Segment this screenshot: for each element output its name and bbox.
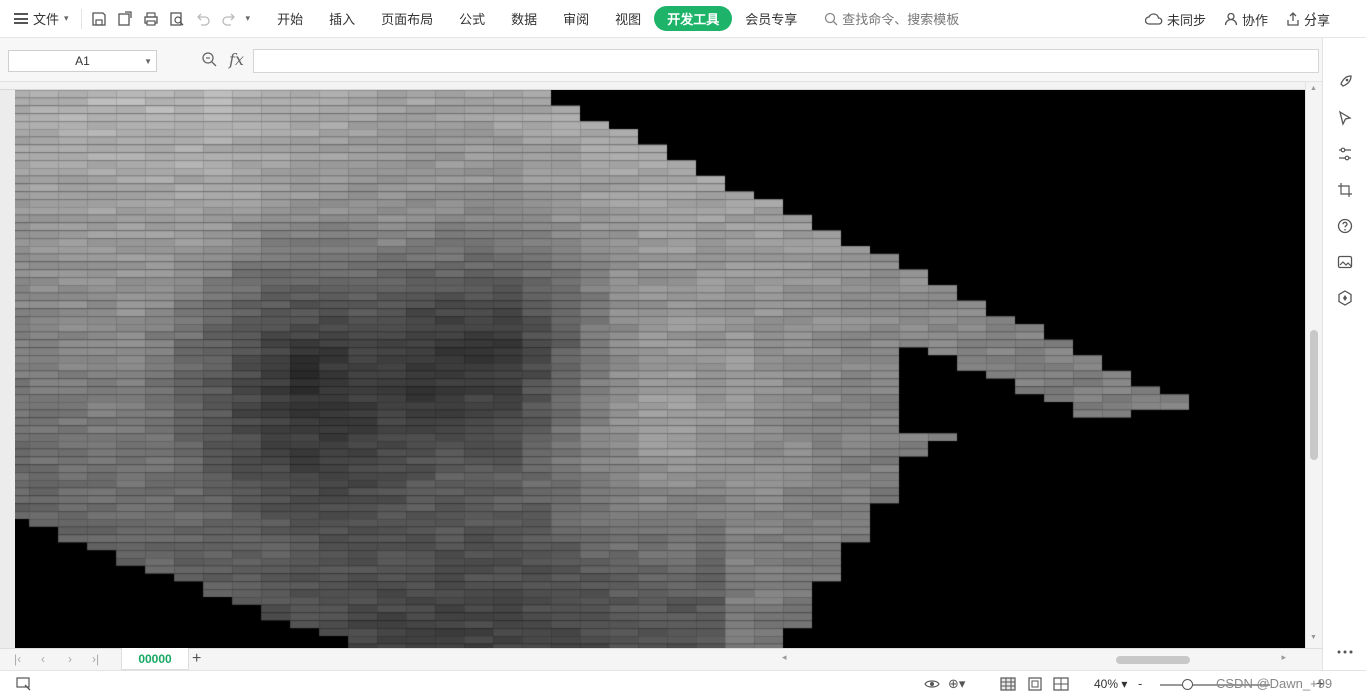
menu-bar: 文件 ▾ ▾ 开始 插入 页面布局 公式 数据 审阅 视图 开发工具 会员专享 [0, 0, 1366, 38]
tab-developer-tools[interactable]: 开发工具 [654, 6, 733, 31]
export-icon[interactable] [116, 10, 134, 28]
tab-home[interactable]: 开始 [264, 6, 316, 31]
tab-member[interactable]: 会员专享 [732, 6, 810, 31]
adjust-sliders-icon[interactable] [1335, 144, 1355, 164]
sync-button[interactable]: 未同步 [1144, 10, 1206, 29]
crop-icon[interactable] [1335, 180, 1355, 200]
scroll-up-icon[interactable]: ▲ [1310, 85, 1317, 92]
cloud-sync-icon [1144, 13, 1163, 25]
worksheet-grid[interactable] [0, 90, 1305, 648]
file-menu-label: 文件 [33, 12, 60, 27]
row-headers[interactable] [0, 90, 15, 648]
tab-formulas[interactable]: 公式 [446, 6, 498, 31]
help-icon[interactable] [1335, 216, 1355, 236]
chevron-down-icon: ▾ [64, 13, 69, 23]
zoom-level[interactable]: 40% ▾ [1094, 677, 1127, 691]
collaborate-label: 协作 [1241, 12, 1268, 28]
rocket-icon[interactable] [1335, 72, 1355, 92]
save-icon[interactable] [90, 10, 108, 28]
horizontal-scrollbar[interactable]: ◂ ▸ [782, 652, 1286, 665]
previous-sheet-icon[interactable]: ‹ [41, 652, 45, 666]
cell-reference: A1 [75, 54, 90, 68]
zoom-slider-knob[interactable] [1182, 679, 1193, 690]
freeze-panes-icon[interactable]: ⊕▾ [948, 676, 965, 692]
redo-icon[interactable] [220, 10, 238, 28]
normal-view-icon[interactable] [1000, 677, 1016, 694]
scroll-left-icon[interactable]: ◂ [782, 652, 787, 663]
vertical-scroll-thumb[interactable] [1310, 330, 1318, 460]
watermark-text: CSDN @Dawn_+99 [1216, 676, 1333, 691]
ai-assist-icon[interactable] [1335, 288, 1355, 308]
sheet-tab-active[interactable]: 00000 [121, 648, 189, 670]
share-icon [1287, 12, 1299, 26]
header-actions: 未同步 协作 分享 [1144, 0, 1330, 38]
vertical-scrollbar[interactable]: ▲ ▼ [1305, 82, 1322, 648]
tab-view[interactable]: 视图 [602, 6, 654, 31]
side-panel [1322, 38, 1366, 670]
print-icon[interactable] [142, 10, 160, 28]
status-bar: ⊕▾ 40% ▾ - + CSDN @Dawn_+99 [0, 670, 1366, 698]
quick-access-more-icon[interactable]: ▾ [246, 13, 251, 24]
collaborate-button[interactable]: 协作 [1224, 10, 1268, 29]
name-box[interactable]: A1 ▼ [8, 50, 157, 72]
image-tool-icon[interactable] [1335, 252, 1355, 272]
hamburger-icon [14, 13, 28, 24]
zoom-search-icon[interactable] [201, 51, 217, 70]
next-sheet-icon[interactable]: › [68, 652, 72, 666]
sheet-tab-bar: |‹ ‹ › ›| 00000 + ◂ ▸ [0, 648, 1322, 670]
quick-access-toolbar: ▾ [80, 8, 251, 29]
tab-page-layout[interactable]: 页面布局 [368, 6, 446, 31]
search-icon [825, 12, 838, 25]
undo-icon[interactable] [194, 10, 212, 28]
insert-function-button[interactable]: fx [229, 50, 244, 69]
first-sheet-icon[interactable]: |‹ [14, 652, 21, 666]
add-sheet-button[interactable]: + [192, 650, 201, 668]
tab-review[interactable]: 审阅 [550, 6, 602, 31]
zoom-out-button[interactable]: - [1138, 676, 1142, 691]
file-menu[interactable]: 文件 ▾ [14, 9, 69, 28]
zoom-level-value: 40% [1094, 677, 1119, 691]
more-options-icon[interactable]: ⋮ [1306, 9, 1322, 29]
name-box-dropdown-icon[interactable]: ▼ [144, 57, 152, 66]
formula-bar: A1 ▼ fx [0, 38, 1322, 82]
ribbon-tabs: 开始 插入 页面布局 公式 数据 审阅 视图 开发工具 会员专享 [264, 6, 810, 31]
person-icon [1224, 12, 1238, 26]
tab-data[interactable]: 数据 [498, 6, 550, 31]
tab-insert[interactable]: 插入 [316, 6, 368, 31]
page-layout-view-icon[interactable] [1027, 677, 1043, 694]
eye-protection-icon[interactable] [924, 677, 940, 694]
status-mode-icon[interactable] [16, 677, 32, 694]
scroll-right-icon[interactable]: ▸ [1281, 652, 1286, 663]
last-sheet-icon[interactable]: ›| [92, 652, 99, 666]
print-preview-icon[interactable] [168, 10, 186, 28]
page-break-view-icon[interactable] [1053, 677, 1069, 694]
command-search[interactable]: 查找命令、搜索模板 [824, 9, 959, 28]
scroll-down-icon[interactable]: ▼ [1310, 634, 1317, 641]
more-horizontal-icon[interactable] [1335, 642, 1355, 662]
horizontal-scroll-thumb[interactable] [1116, 656, 1190, 664]
select-cursor-icon[interactable] [1335, 108, 1355, 128]
search-placeholder: 查找命令、搜索模板 [842, 12, 960, 27]
sync-label: 未同步 [1166, 12, 1206, 28]
cell-value-heatmap [0, 90, 1305, 648]
column-headers[interactable] [0, 82, 1305, 90]
formula-input[interactable] [253, 49, 1319, 73]
